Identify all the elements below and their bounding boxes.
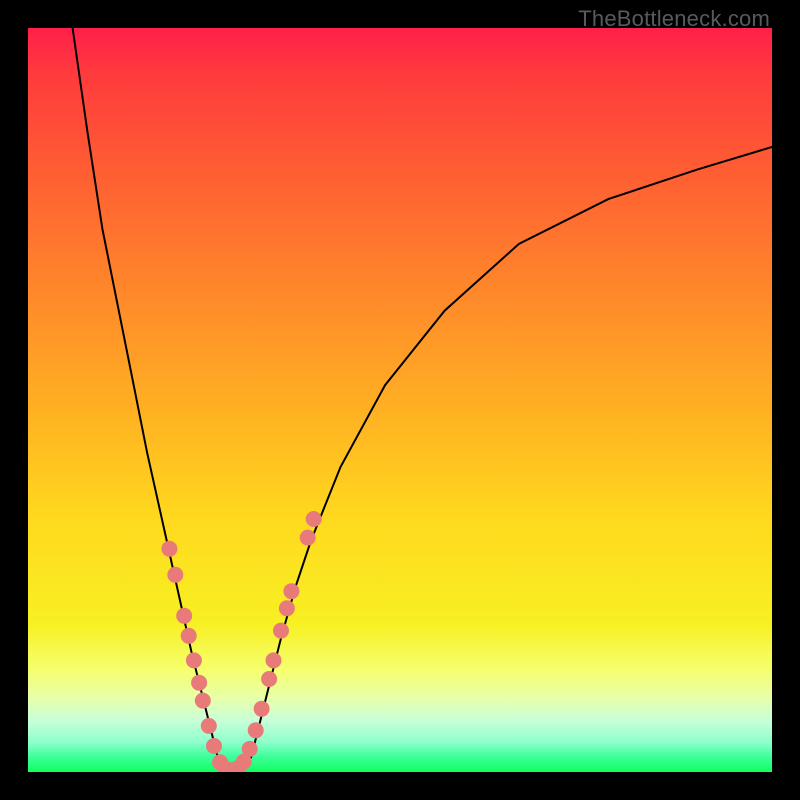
plot-area <box>28 28 772 772</box>
data-marker <box>306 511 322 527</box>
data-marker <box>181 628 197 644</box>
data-marker <box>161 541 177 557</box>
curve-svg <box>28 28 772 772</box>
data-marker <box>176 608 192 624</box>
data-marker <box>300 530 316 546</box>
data-marker <box>242 741 258 757</box>
data-marker <box>254 701 270 717</box>
data-marker <box>186 652 202 668</box>
data-marker <box>248 722 264 738</box>
data-marker <box>283 583 299 599</box>
data-marker <box>206 738 222 754</box>
data-marker <box>167 567 183 583</box>
data-marker <box>195 693 211 709</box>
v-curve <box>73 28 772 772</box>
marker-group <box>161 511 321 772</box>
data-marker <box>261 671 277 687</box>
data-marker <box>266 652 282 668</box>
watermark-text: TheBottleneck.com <box>578 6 770 32</box>
data-marker <box>201 718 217 734</box>
data-marker <box>191 675 207 691</box>
chart-frame: TheBottleneck.com <box>0 0 800 800</box>
data-marker <box>273 623 289 639</box>
data-marker <box>279 600 295 616</box>
